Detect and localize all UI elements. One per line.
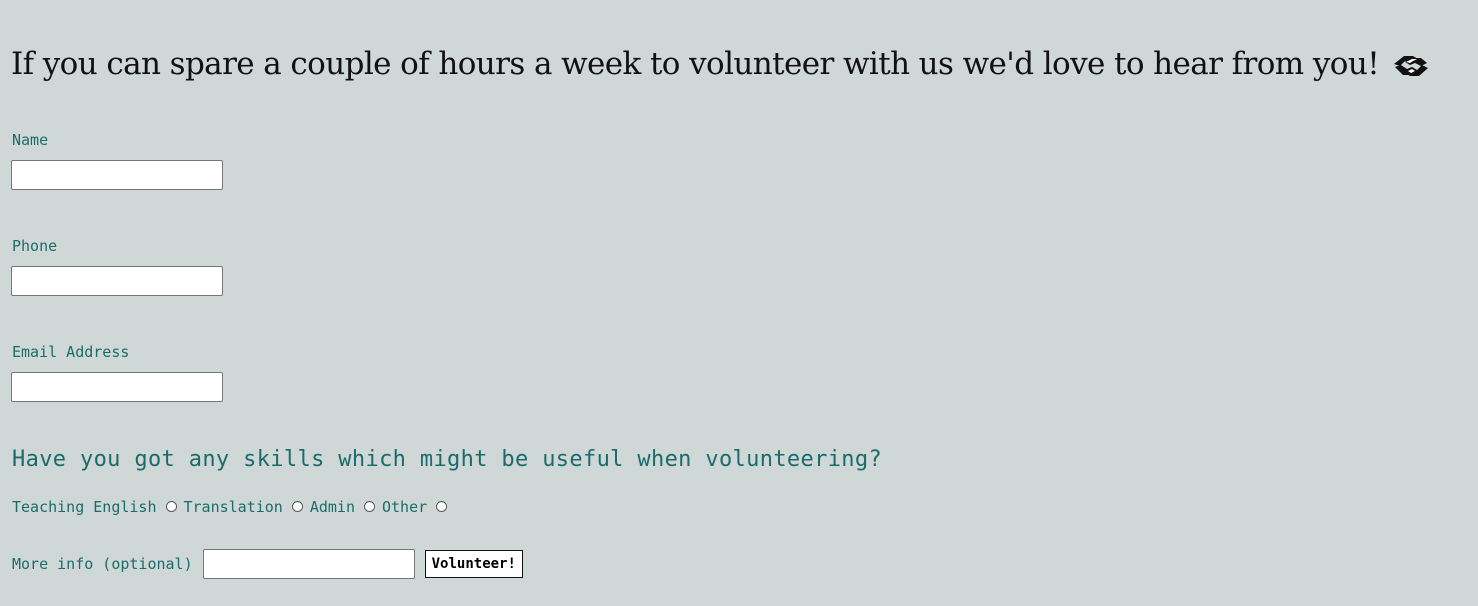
page-heading: If you can spare a couple of hours a wee…: [11, 40, 1431, 88]
skill-radio-teaching-english[interactable]: [165, 500, 177, 512]
heading-text: If you can spare a couple of hours a wee…: [11, 46, 1380, 82]
skill-label: Translation: [183, 498, 283, 516]
skill-option-other[interactable]: Other: [382, 498, 448, 516]
skill-radio-other[interactable]: [436, 500, 448, 512]
phone-label: Phone: [12, 237, 58, 255]
more-info-label: More info (optional): [12, 555, 193, 573]
skill-radio-admin[interactable]: [364, 500, 375, 512]
skill-option-translation[interactable]: Translation: [184, 498, 303, 516]
handshake-icon: [1391, 48, 1431, 80]
more-info-input[interactable]: [202, 549, 415, 579]
phone-input[interactable]: [11, 266, 223, 296]
volunteer-submit-button[interactable]: Volunteer!: [424, 550, 523, 578]
skill-option-admin[interactable]: Admin: [310, 498, 375, 516]
skills-heading: Have you got any skills which might be u…: [12, 447, 883, 472]
email-input[interactable]: [11, 372, 223, 402]
name-input[interactable]: [11, 160, 223, 190]
skill-label: Teaching English: [12, 498, 157, 516]
name-label: Name: [12, 131, 49, 149]
skill-label: Admin: [309, 498, 355, 516]
skills-radio-group: Teaching English Translation Admin Other: [12, 498, 454, 516]
skill-label: Other: [382, 498, 428, 516]
more-info-row: More info (optional) Volunteer!: [12, 549, 523, 579]
skill-option-teaching-english[interactable]: Teaching English: [12, 498, 177, 516]
skill-radio-translation[interactable]: [291, 500, 303, 512]
email-label: Email Address: [12, 343, 130, 361]
